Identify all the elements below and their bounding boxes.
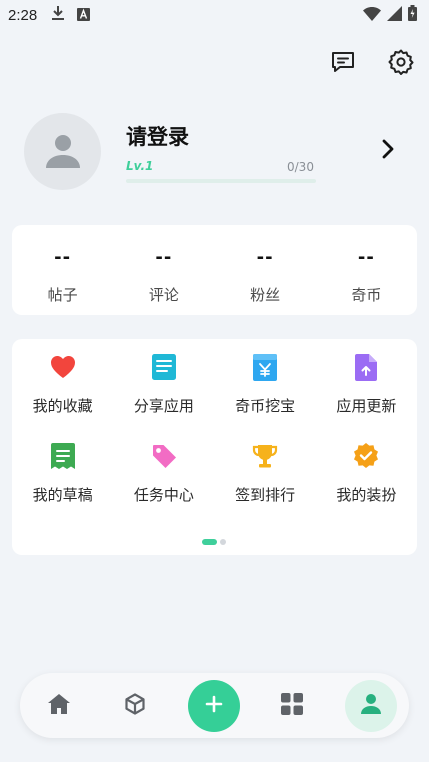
level-label: Lv.1 [126, 159, 154, 173]
page-dot-active[interactable] [202, 539, 217, 545]
message-button[interactable] [329, 50, 357, 78]
stat-fans[interactable]: -- 粉丝 [215, 225, 316, 315]
stat-coins[interactable]: -- 奇币 [316, 225, 417, 315]
heart-icon [49, 353, 77, 381]
menu-card: 我的收藏 分享应用 奇币挖宝 应用更新 我的草稿 任务中心 签到排行 我的装扮 [12, 339, 417, 555]
level-progress-text: 0/30 [287, 160, 314, 174]
stat-label: 评论 [148, 286, 179, 304]
battery-icon [408, 5, 417, 25]
nav-home-button[interactable] [42, 689, 76, 723]
plus-icon [204, 694, 224, 718]
download-icon [51, 5, 65, 25]
login-title[interactable]: 请登录 [126, 121, 189, 151]
menu-item-label: 分享应用 [133, 397, 194, 415]
stat-comments[interactable]: -- 评论 [113, 225, 214, 315]
keyboard-a-icon [77, 6, 91, 25]
badge-check-icon [352, 442, 380, 470]
menu-item-favorites[interactable]: 我的收藏 [12, 353, 113, 416]
stat-value: -- [155, 247, 173, 268]
avatar[interactable] [24, 113, 101, 190]
chevron-right-icon [381, 139, 395, 163]
bottom-nav [20, 673, 409, 738]
stat-label: 帖子 [47, 286, 78, 304]
stats-card: -- 帖子 -- 评论 -- 粉丝 -- 奇币 [12, 225, 417, 315]
status-time: 2:28 [8, 6, 38, 24]
nav-apps-button[interactable] [275, 689, 309, 723]
update-file-icon [352, 353, 380, 381]
menu-item-label: 我的草稿 [32, 486, 93, 504]
page-dot[interactable] [220, 539, 226, 545]
menu-item-label: 应用更新 [336, 397, 397, 415]
menu-item-drafts[interactable]: 我的草稿 [12, 442, 113, 505]
menu-item-label: 奇币挖宝 [235, 397, 296, 415]
message-icon [330, 49, 356, 79]
nav-profile-button[interactable] [345, 680, 397, 732]
stat-value: -- [357, 247, 375, 268]
status-bar: 2:28 [0, 0, 429, 30]
profile-chevron-button[interactable] [378, 139, 398, 163]
stat-value: -- [54, 247, 72, 268]
draft-icon [49, 442, 77, 470]
grid-icon [281, 693, 303, 719]
page-indicator [202, 539, 226, 545]
stat-value: -- [256, 247, 274, 268]
user-icon [43, 130, 83, 174]
trophy-icon [251, 442, 279, 470]
user-icon [360, 693, 382, 719]
gear-icon [388, 49, 414, 79]
menu-item-app-update[interactable]: 应用更新 [316, 353, 417, 416]
nav-add-button[interactable] [188, 680, 240, 732]
cube-icon [124, 693, 146, 719]
menu-item-label: 我的装扮 [336, 486, 397, 504]
wifi-icon [363, 6, 381, 25]
menu-item-coin-treasure[interactable]: 奇币挖宝 [215, 353, 316, 416]
menu-item-my-outfit[interactable]: 我的装扮 [316, 442, 417, 505]
stat-label: 粉丝 [250, 286, 281, 304]
yuan-coin-icon [251, 353, 279, 381]
stat-label: 奇币 [351, 286, 382, 304]
stat-posts[interactable]: -- 帖子 [12, 225, 113, 315]
menu-item-label: 任务中心 [133, 486, 194, 504]
menu-item-label: 我的收藏 [32, 397, 93, 415]
menu-item-label: 签到排行 [235, 486, 296, 504]
settings-button[interactable] [387, 49, 415, 79]
home-icon [48, 694, 70, 718]
menu-item-checkin-rank[interactable]: 签到排行 [215, 442, 316, 505]
tag-icon [150, 442, 178, 470]
level-progress-bar [126, 179, 316, 183]
menu-item-task-center[interactable]: 任务中心 [113, 442, 214, 505]
signal-icon [387, 5, 402, 25]
menu-item-share-app[interactable]: 分享应用 [113, 353, 214, 416]
nav-discover-button[interactable] [118, 689, 152, 723]
share-doc-icon [150, 353, 178, 381]
